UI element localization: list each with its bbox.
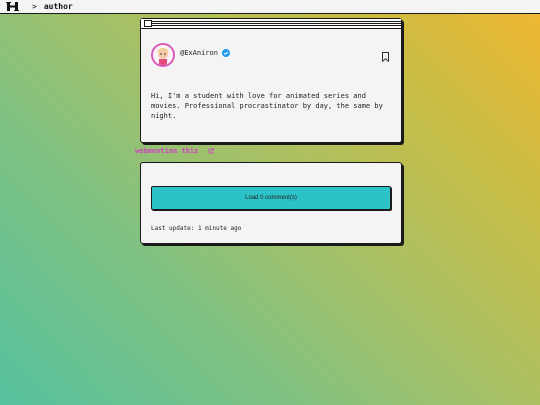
comments-card: Load 0 comment(s) Last update: 1 minute …: [140, 162, 402, 244]
bookmark-icon[interactable]: [382, 47, 389, 63]
window-close-button[interactable]: [144, 20, 152, 27]
author-card: @ExAniron Hi, I'm a student with love fo…: [140, 18, 402, 143]
webmention-link[interactable]: webmention this: [135, 147, 215, 155]
top-bar: > author: [0, 0, 540, 14]
avatar[interactable]: [151, 43, 175, 67]
verified-badge-icon: [221, 49, 230, 57]
author-handle-row: @ExAniron: [180, 49, 230, 57]
last-update-text: Last update: 1 minute ago: [151, 225, 242, 232]
window-titlebar: [141, 19, 401, 29]
external-link-icon[interactable]: [208, 148, 215, 154]
breadcrumb-separator: >: [32, 2, 37, 11]
load-comments-button[interactable]: Load 0 comment(s): [151, 186, 391, 210]
site-logo-icon[interactable]: [6, 1, 20, 12]
webmention-label[interactable]: webmention this: [135, 147, 198, 155]
breadcrumb-current[interactable]: author: [44, 2, 73, 11]
author-handle[interactable]: @ExAniron: [180, 49, 218, 57]
author-bio: Hi, I'm a student with love for animated…: [151, 92, 383, 120]
